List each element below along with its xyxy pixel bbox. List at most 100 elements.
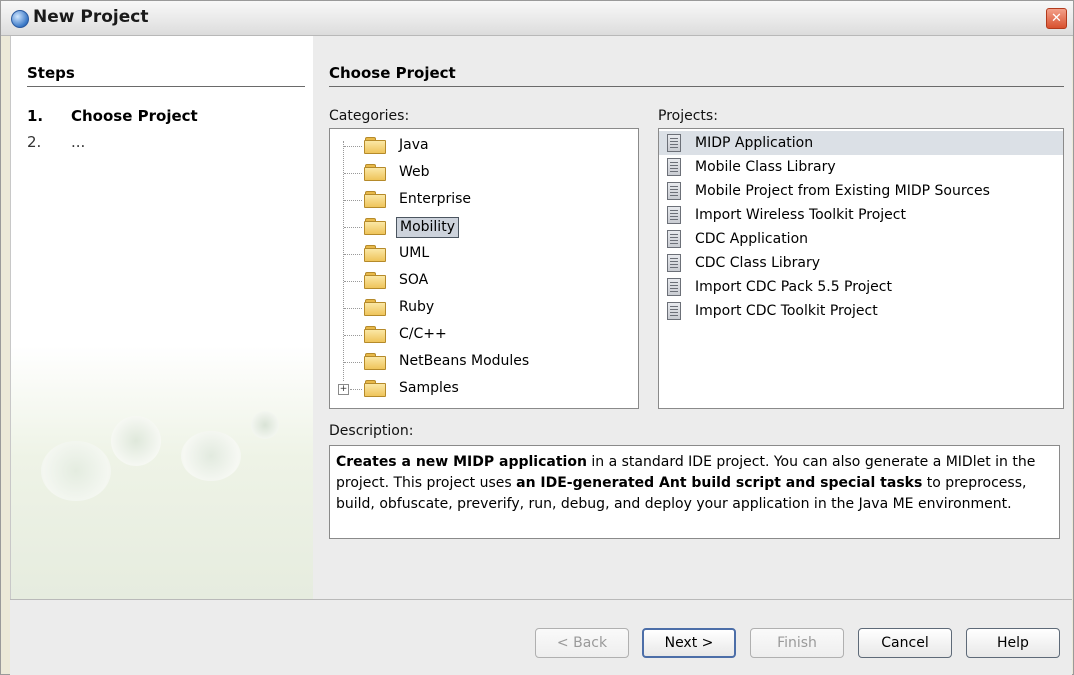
project-label: MIDP Application	[695, 135, 814, 151]
folder-icon	[364, 191, 386, 208]
projects-label: Projects:	[658, 108, 718, 124]
project-item-mobile-project-existing[interactable]: Mobile Project from Existing MIDP Source…	[659, 179, 1063, 203]
category-label: Enterprise	[399, 191, 472, 207]
folder-icon	[364, 272, 386, 289]
description-bold: an IDE-generated Ant build script and sp…	[516, 475, 923, 491]
project-label: Import Wireless Toolkit Project	[695, 207, 906, 223]
project-label: Import CDC Toolkit Project	[695, 303, 878, 319]
folder-icon	[364, 326, 386, 343]
close-icon[interactable]: ✕	[1046, 8, 1067, 29]
decorative-bubble	[181, 431, 241, 481]
category-item-mobility[interactable]: Mobility	[330, 214, 630, 240]
project-label: Mobile Class Library	[695, 159, 836, 175]
project-item-cdc-class-library[interactable]: CDC Class Library	[659, 251, 1063, 275]
description-text: Creates a new MIDP application in a stan…	[329, 445, 1060, 539]
category-item-web[interactable]: Web	[330, 160, 630, 186]
project-icon	[667, 158, 681, 176]
project-label: CDC Application	[695, 231, 809, 247]
category-label: NetBeans Modules	[399, 353, 530, 369]
tree-branch-line	[344, 146, 362, 147]
finish-button[interactable]: Finish	[750, 628, 844, 658]
projects-list[interactable]: MIDP Application Mobile Class Library Mo…	[658, 128, 1064, 409]
page-title: Choose Project	[329, 64, 456, 82]
step-item-2: 2....	[27, 133, 85, 151]
step-item-1: 1. Choose Project	[27, 107, 198, 125]
project-label: CDC Class Library	[695, 255, 821, 271]
project-icon	[667, 134, 681, 152]
category-label: SOA	[399, 272, 429, 288]
category-item-samples[interactable]: + Samples	[330, 376, 630, 402]
window-title: New Project	[33, 7, 149, 27]
tree-branch-line	[344, 362, 362, 363]
project-item-cdc-application[interactable]: CDC Application	[659, 227, 1063, 251]
tree-branch-line	[344, 254, 362, 255]
folder-icon	[364, 137, 386, 154]
category-item-netbeans-modules[interactable]: NetBeans Modules	[330, 349, 630, 375]
project-label: Import CDC Pack 5.5 Project	[695, 279, 892, 295]
categories-label: Categories:	[329, 108, 410, 124]
category-item-java[interactable]: Java	[330, 133, 630, 159]
project-item-import-cdc-pack[interactable]: Import CDC Pack 5.5 Project	[659, 275, 1063, 299]
project-icon	[667, 182, 681, 200]
category-label: Mobility	[396, 217, 459, 238]
decorative-bubble	[41, 441, 111, 501]
category-item-ruby[interactable]: Ruby	[330, 295, 630, 321]
project-label: Mobile Project from Existing MIDP Source…	[695, 183, 990, 199]
project-item-midp-application[interactable]: MIDP Application	[659, 131, 1063, 155]
decorative-bubble	[251, 411, 279, 439]
category-label: Java	[399, 137, 429, 153]
category-item-c-cpp[interactable]: C/C++	[330, 322, 630, 348]
steps-divider	[27, 86, 305, 87]
project-icon	[667, 206, 681, 224]
steps-heading: Steps	[27, 64, 75, 82]
step-label: ...	[71, 133, 86, 151]
folder-icon	[364, 353, 386, 370]
category-item-enterprise[interactable]: Enterprise	[330, 187, 630, 213]
project-icon	[667, 302, 681, 320]
category-label: Ruby	[399, 299, 435, 315]
cancel-button[interactable]: Cancel	[858, 628, 952, 658]
heading-divider	[329, 86, 1064, 87]
tree-branch-line	[344, 335, 362, 336]
folder-icon	[364, 299, 386, 316]
step-label: Choose Project	[71, 107, 198, 125]
category-label: C/C++	[399, 326, 447, 342]
main-panel: Choose Project Categories: Projects: Jav…	[313, 36, 1072, 599]
project-icon	[667, 254, 681, 272]
folder-icon	[364, 164, 386, 181]
title-bar[interactable]: New Project ✕	[1, 1, 1073, 36]
folder-icon	[364, 218, 386, 235]
project-item-mobile-class-library[interactable]: Mobile Class Library	[659, 155, 1063, 179]
description-bold: Creates a new MIDP application	[336, 454, 587, 470]
new-project-dialog: New Project ✕ Steps 1. Choose Project 2..…	[0, 0, 1074, 675]
netbeans-app-icon	[11, 10, 29, 28]
tree-branch-line	[344, 227, 362, 228]
steps-panel: Steps 1. Choose Project 2....	[10, 36, 314, 599]
category-label: UML	[399, 245, 430, 261]
button-bar: < Back Next > Finish Cancel Help	[10, 599, 1072, 675]
category-label: Web	[399, 164, 430, 180]
tree-branch-line	[344, 281, 362, 282]
folder-icon	[364, 380, 386, 397]
category-item-soa[interactable]: SOA	[330, 268, 630, 294]
project-icon	[667, 230, 681, 248]
project-item-import-cdc-toolkit[interactable]: Import CDC Toolkit Project	[659, 299, 1063, 323]
categories-tree[interactable]: Java Web Enterprise Mobility UML SOA Rub…	[329, 128, 639, 409]
next-button[interactable]: Next >	[642, 628, 736, 658]
tree-branch-line	[344, 200, 362, 201]
description-label: Description:	[329, 423, 414, 439]
expand-icon[interactable]: +	[338, 384, 349, 395]
category-label: Samples	[399, 380, 459, 396]
tree-branch-line	[344, 173, 362, 174]
step-number: 2.	[27, 133, 42, 151]
folder-icon	[364, 245, 386, 262]
project-icon	[667, 278, 681, 296]
help-button[interactable]: Help	[966, 628, 1060, 658]
tree-branch-line	[350, 389, 362, 390]
back-button[interactable]: < Back	[535, 628, 629, 658]
project-item-import-wireless-toolkit[interactable]: Import Wireless Toolkit Project	[659, 203, 1063, 227]
category-item-uml[interactable]: UML	[330, 241, 630, 267]
tree-branch-line	[344, 308, 362, 309]
decorative-bubble	[111, 416, 161, 466]
step-number: 1.	[27, 107, 44, 125]
